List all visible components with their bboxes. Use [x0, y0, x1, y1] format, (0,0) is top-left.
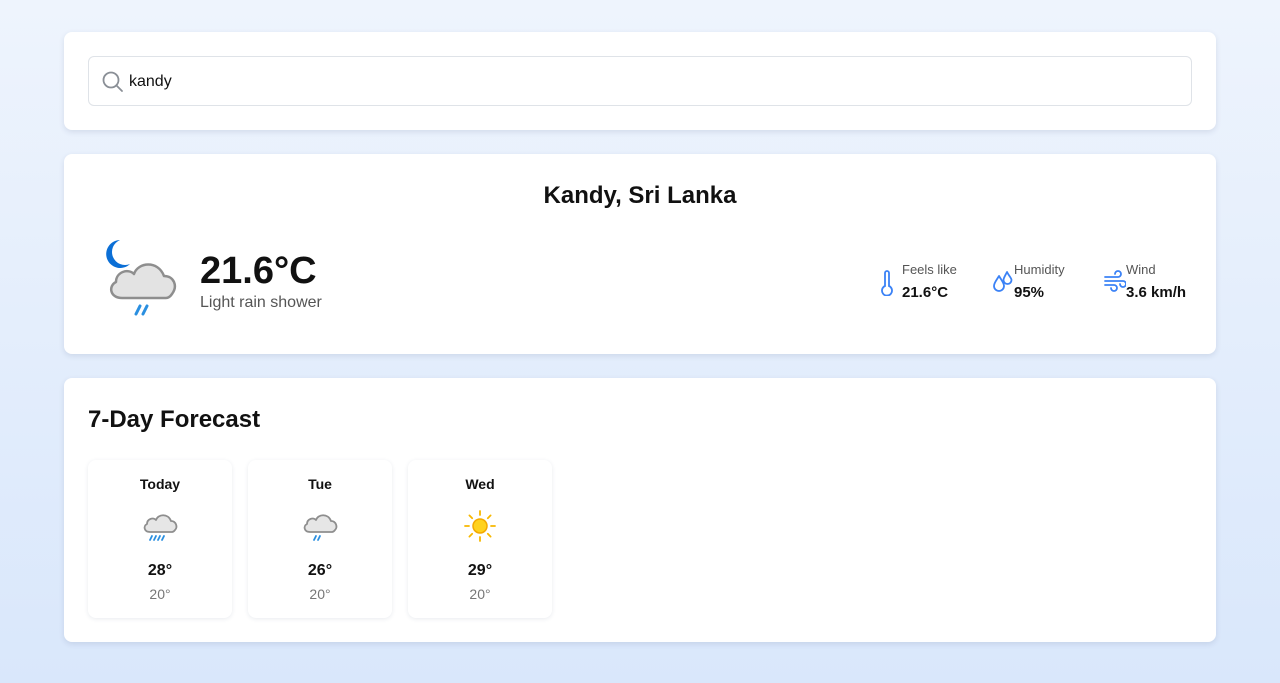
- forecast-day-name: Tue: [308, 476, 332, 492]
- humidity-label: Humidity: [1014, 262, 1065, 277]
- forecast-high: 28°: [147, 562, 173, 579]
- location-title: Kandy, Sri Lanka: [543, 182, 737, 209]
- light-rain-cloud-icon: [303, 514, 338, 541]
- forecast-day-card[interactable]: Tue 26° 20°: [248, 460, 392, 618]
- forecast-day-card[interactable]: Today 28° 20°: [88, 460, 232, 618]
- current-condition: Light rain shower: [200, 294, 322, 311]
- current-weather-card: Kandy, Sri Lanka 21.6°C Light rain showe…: [64, 154, 1216, 354]
- search-icon: [102, 71, 123, 92]
- night-rain-shower-icon: [106, 240, 176, 316]
- droplets-icon: [993, 271, 1013, 292]
- wind-value: 3.6 km/h: [1126, 284, 1187, 301]
- forecast-day-name: Wed: [465, 476, 495, 492]
- feels-like-label: Feels like: [902, 262, 957, 277]
- forecast-card: 7-Day Forecast Today 28° 20° Tue 26° 20°…: [64, 378, 1216, 642]
- forecast-low: 20°: [149, 586, 171, 602]
- feels-like-stat: Feels like 21.6°C: [880, 262, 960, 302]
- forecast-low: 20°: [309, 586, 331, 602]
- forecast-title: 7-Day Forecast: [88, 406, 261, 433]
- wind-label: Wind: [1126, 262, 1156, 277]
- feels-like-value: 21.6°C: [902, 284, 949, 301]
- rain-cloud-icon: [143, 514, 178, 541]
- search-card: [64, 32, 1216, 130]
- forecast-day-card[interactable]: Wed 29° 20°: [408, 460, 552, 618]
- wind-icon: [1104, 270, 1126, 292]
- forecast-low: 20°: [469, 586, 491, 602]
- wind-stat: Wind 3.6 km/h: [1104, 262, 1204, 302]
- forecast-high: 29°: [467, 562, 493, 579]
- forecast-high: 26°: [307, 562, 333, 579]
- humidity-value: 95%: [1014, 284, 1045, 301]
- search-box[interactable]: [88, 56, 1192, 106]
- humidity-stat: Humidity 95%: [992, 262, 1082, 302]
- sun-icon: [464, 510, 496, 542]
- forecast-day-name: Today: [139, 476, 181, 492]
- thermometer-icon: [881, 270, 893, 296]
- current-temperature: 21.6°C: [200, 250, 317, 292]
- search-input[interactable]: [129, 69, 1169, 95]
